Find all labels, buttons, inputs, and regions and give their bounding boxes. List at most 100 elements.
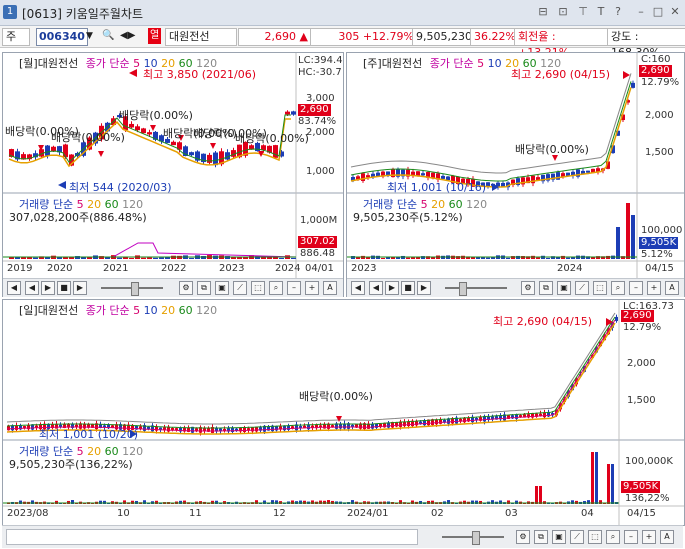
settings-icon[interactable]: ⚙ bbox=[521, 281, 535, 295]
stock-code-input[interactable]: 006340 bbox=[36, 28, 88, 46]
zoom-handle[interactable] bbox=[131, 282, 139, 296]
candle-body bbox=[556, 172, 560, 180]
volume-bar bbox=[279, 257, 284, 259]
search-icon[interactable]: 🔍 bbox=[102, 28, 114, 44]
window-icon[interactable]: ▣ bbox=[557, 281, 571, 295]
window-icon[interactable]: ▣ bbox=[215, 281, 229, 295]
copy-icon[interactable]: ⧉ bbox=[539, 281, 553, 295]
line-tool-icon[interactable]: ⟋ bbox=[570, 530, 584, 544]
font-icon[interactable]: T bbox=[594, 5, 608, 19]
zoom-handle[interactable] bbox=[459, 282, 467, 296]
line-tool-icon[interactable]: ⟋ bbox=[575, 281, 589, 295]
auto-icon[interactable]: A bbox=[665, 281, 679, 295]
stop-icon[interactable]: ■ bbox=[401, 281, 415, 295]
volume-bar bbox=[303, 500, 306, 504]
x-tick: 2024/01 bbox=[347, 508, 389, 519]
restore-icon[interactable]: ⊡ bbox=[556, 5, 570, 19]
ma120-line bbox=[6, 312, 616, 425]
zoom-in-icon[interactable]: + bbox=[305, 281, 319, 295]
vol-pct: 886.48 bbox=[300, 248, 335, 259]
daily-chart-panel: [일]대원전선 종가 단순 5 10 20 60 120 최고 2,690 (0… bbox=[2, 299, 685, 526]
zoom-handle[interactable] bbox=[472, 531, 480, 545]
search-icon[interactable]: ⌕ bbox=[611, 281, 625, 295]
x-tick: 12 bbox=[273, 508, 286, 519]
volume-bar bbox=[406, 257, 410, 259]
zoom-out-icon[interactable]: – bbox=[629, 281, 643, 295]
ma60-label: 60 bbox=[178, 304, 193, 317]
low-annotation: 최저 544 (2020/03) bbox=[69, 181, 172, 194]
copy-icon[interactable]: ⧉ bbox=[534, 530, 548, 544]
stop-icon[interactable]: ■ bbox=[57, 281, 71, 295]
settings-icon[interactable]: ⚙ bbox=[179, 281, 193, 295]
last-price-tag: 2,690 bbox=[621, 310, 654, 322]
volume-bar bbox=[411, 257, 415, 259]
horizontal-scrollbar[interactable] bbox=[6, 529, 418, 545]
div-marker-icon bbox=[210, 143, 216, 149]
step-back-icon[interactable]: ◀ bbox=[25, 281, 39, 295]
link-icon[interactable]: ⊟ bbox=[536, 5, 550, 19]
zoom-out-icon[interactable]: – bbox=[287, 281, 301, 295]
zoom-slider[interactable] bbox=[445, 287, 507, 289]
step-back-icon[interactable]: ◀ bbox=[369, 281, 383, 295]
step-forward-icon[interactable]: ▶ bbox=[41, 281, 55, 295]
lc-label: C:160 bbox=[641, 54, 671, 65]
volume-bar bbox=[225, 256, 230, 259]
search-icon[interactable]: ⌕ bbox=[606, 530, 620, 544]
scroll-right-icon[interactable]: ▶ bbox=[73, 281, 87, 295]
volume-bar bbox=[131, 500, 134, 504]
candle-body bbox=[275, 426, 278, 431]
volume-bar bbox=[179, 500, 182, 504]
auto-icon[interactable]: A bbox=[660, 530, 674, 544]
volume-bar bbox=[556, 257, 560, 259]
candle-body bbox=[189, 152, 194, 156]
vol-tag: 9,505K bbox=[621, 481, 661, 493]
vol-y-tick: 100,000 bbox=[641, 225, 683, 236]
candle-body bbox=[135, 126, 140, 131]
close-button[interactable]: ✕ bbox=[668, 5, 682, 19]
volume-bar bbox=[546, 257, 550, 259]
search-icon[interactable]: ⌕ bbox=[269, 281, 283, 295]
maximize-button[interactable]: □ bbox=[651, 5, 665, 19]
candle-body bbox=[285, 111, 290, 115]
vol-tag: 9,505K bbox=[639, 237, 679, 249]
auto-icon[interactable]: A bbox=[323, 281, 337, 295]
zoom-in-icon[interactable]: + bbox=[642, 530, 656, 544]
volume-bar bbox=[141, 257, 146, 259]
chart-kind-select[interactable]: 주 bbox=[2, 28, 30, 46]
candle-body bbox=[273, 145, 278, 158]
settings-icon[interactable]: ⚙ bbox=[516, 530, 530, 544]
select-icon[interactable]: ⬚ bbox=[588, 530, 602, 544]
volume-bar bbox=[535, 486, 538, 504]
scroll-right-icon[interactable]: ▶ bbox=[417, 281, 431, 295]
code-dropdown-icon[interactable]: ▼ bbox=[86, 28, 93, 44]
minimize-button[interactable]: – bbox=[634, 5, 648, 19]
select-icon[interactable]: ⬚ bbox=[251, 281, 265, 295]
scroll-left-icon[interactable]: ◀ bbox=[351, 281, 365, 295]
vol-pct: 136,22% bbox=[625, 493, 670, 504]
vol-ma120-label: 120 bbox=[466, 198, 488, 211]
scroll-left-icon[interactable]: ◀ bbox=[7, 281, 21, 295]
volume-bar bbox=[153, 257, 158, 259]
dividend-annotation: 배당락(0.00%) bbox=[119, 109, 193, 122]
x-tick: 03 bbox=[505, 508, 518, 519]
volume-bar bbox=[611, 464, 614, 504]
pin-icon[interactable]: ⊤ bbox=[576, 5, 590, 19]
help-icon[interactable]: ? bbox=[611, 5, 625, 19]
div-marker-icon bbox=[98, 151, 104, 157]
line-tool-icon[interactable]: ⟋ bbox=[233, 281, 247, 295]
volume-bar bbox=[591, 452, 594, 504]
select-icon[interactable]: ⬚ bbox=[593, 281, 607, 295]
panel-title-daily: [일]대원전선 종가 단순 5 10 20 60 120 bbox=[19, 302, 217, 318]
x-tick: 2023 bbox=[351, 263, 377, 274]
copy-icon[interactable]: ⧉ bbox=[197, 281, 211, 295]
x-tick: 2019 bbox=[7, 263, 33, 274]
candle-body bbox=[129, 123, 134, 128]
window-icon[interactable]: ▣ bbox=[552, 530, 566, 544]
legend-type: 종가 단순 bbox=[429, 57, 474, 70]
volume-bar bbox=[211, 500, 214, 504]
prev-next-icon[interactable]: ◀▶ bbox=[120, 28, 135, 44]
zoom-out-icon[interactable]: – bbox=[624, 530, 638, 544]
step-forward-icon[interactable]: ▶ bbox=[385, 281, 399, 295]
stock-name: 대원전선 bbox=[165, 28, 237, 46]
zoom-in-icon[interactable]: + bbox=[647, 281, 661, 295]
